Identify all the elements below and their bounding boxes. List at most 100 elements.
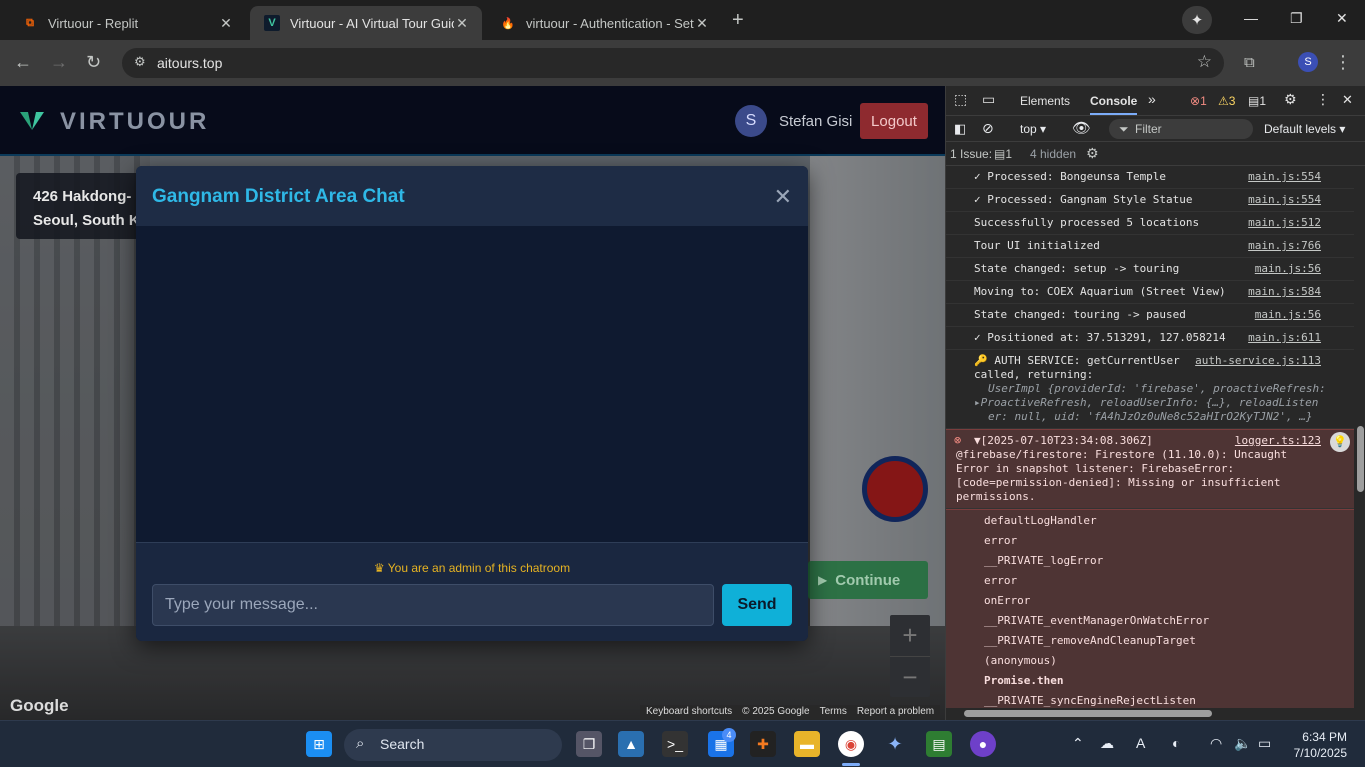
settings-gear-icon[interactable]: ⚙ <box>1284 91 1297 108</box>
task-view-icon[interactable]: ❐ <box>576 731 602 757</box>
user-object-preview[interactable]: ▸ProactiveRefresh, reloadUserInfo: {…}, … <box>974 396 1324 410</box>
continue-button[interactable]: ▶ Continue <box>808 561 928 599</box>
copilot-icon[interactable]: ✦ <box>882 731 908 757</box>
close-icon[interactable]: ✕ <box>218 15 234 32</box>
cloud-sync-icon[interactable]: ☁ <box>1100 735 1114 752</box>
stack-frame[interactable]: defaultLogHandler <box>984 514 1354 534</box>
zoom-in-button[interactable]: + <box>890 615 930 656</box>
tab-replit[interactable]: ⧉ Virtuour - Replit ✕ <box>8 6 246 40</box>
log-source-link[interactable]: logger.ts:123 <box>1235 434 1321 448</box>
clear-console-icon[interactable]: ⊘ <box>982 120 994 137</box>
kebab-menu-icon[interactable]: ⋮ <box>1316 91 1330 108</box>
log-source-link[interactable]: main.js:611 <box>1248 331 1321 345</box>
log-source-link[interactable]: main.js:584 <box>1248 285 1321 299</box>
info-count-icon[interactable]: ▤1 <box>1248 94 1266 108</box>
zoom-out-button[interactable]: − <box>890 656 930 697</box>
scrollbar-thumb[interactable] <box>1357 426 1364 492</box>
font-icon[interactable]: A <box>1136 735 1145 751</box>
bookmark-star-icon[interactable]: ☆ <box>1197 52 1212 72</box>
stack-frame[interactable]: onError <box>984 594 1354 614</box>
menu-icon[interactable]: ⋮ <box>1334 52 1352 73</box>
windows-start-icon[interactable]: ⊞ <box>306 731 332 757</box>
cast-icon[interactable]: ⧉ <box>1244 54 1255 71</box>
user-avatar[interactable]: S <box>735 105 767 137</box>
log-source-link[interactable]: main.js:554 <box>1248 170 1321 184</box>
issues-link[interactable]: ▤1 <box>994 147 1012 161</box>
forward-icon[interactable]: → <box>50 52 68 73</box>
close-icon[interactable]: ✕ <box>694 15 710 32</box>
close-devtools-icon[interactable]: ✕ <box>1342 92 1353 108</box>
ai-insight-lightbulb-icon[interactable]: 💡 <box>1330 432 1350 452</box>
stack-frame[interactable]: Promise.then <box>984 674 1354 694</box>
github-icon[interactable]: ● <box>970 731 996 757</box>
site-info-icon[interactable]: ⚙ <box>134 54 146 70</box>
log-source-link[interactable]: main.js:56 <box>1255 262 1321 276</box>
taskbar-search[interactable]: ⌕ Search <box>344 729 562 761</box>
minimize-icon[interactable]: — <box>1244 10 1258 26</box>
log-source-link[interactable]: auth-service.js:113 <box>1195 354 1321 368</box>
address-bar[interactable]: ⚙ aitours.top ☆ <box>122 48 1224 78</box>
close-icon[interactable]: ✕ <box>454 15 470 32</box>
spreadsheet-icon[interactable]: ▤ <box>926 731 952 757</box>
tab-console[interactable]: Console <box>1090 94 1138 115</box>
logout-button[interactable]: Logout <box>860 103 928 139</box>
search-label: Search <box>380 736 425 752</box>
stack-frame[interactable]: __PRIVATE_logError <box>984 554 1354 574</box>
keyboard-shortcuts-link[interactable]: Keyboard shortcuts <box>646 706 732 719</box>
log-source-link[interactable]: main.js:512 <box>1248 216 1321 230</box>
console-settings-gear-icon[interactable]: ⚙ <box>1086 145 1099 162</box>
wifi-icon[interactable]: ◠ <box>1210 735 1222 752</box>
console-vertical-scrollbar[interactable] <box>1354 166 1365 708</box>
stack-frame[interactable]: error <box>984 534 1354 554</box>
terms-link[interactable]: Terms <box>820 706 847 719</box>
stack-frame[interactable]: (anonymous) <box>984 654 1354 674</box>
filter-input[interactable]: ⏷ Filter <box>1109 119 1253 139</box>
console-horizontal-scrollbar[interactable] <box>946 708 1365 720</box>
tray-overflow-chevron-icon[interactable]: ⌃ <box>1072 735 1084 752</box>
sidebar-toggle-icon[interactable]: ◧ <box>954 121 966 137</box>
device-toolbar-icon[interactable]: ▭ <box>982 91 995 108</box>
window-close-icon[interactable]: ✕ <box>1336 10 1348 27</box>
stack-frame[interactable]: __PRIVATE_removeAndCleanupTarget <box>984 634 1354 654</box>
close-icon[interactable]: ✕ <box>774 184 792 210</box>
report-problem-link[interactable]: Report a problem <box>857 706 934 719</box>
reload-icon[interactable]: ↻ <box>86 52 101 73</box>
gemini-icon[interactable]: ✦ <box>1182 6 1212 34</box>
status-icon[interactable]: ◐ <box>1172 735 1180 751</box>
stack-frame[interactable]: __PRIVATE_eventManagerOnWatchError <box>984 614 1354 634</box>
file-explorer-icon[interactable]: ▬ <box>794 731 820 757</box>
new-tab-button[interactable]: + <box>732 9 744 32</box>
battery-icon[interactable]: ▭ <box>1258 735 1271 752</box>
chrome-icon[interactable]: ◉ <box>838 731 864 757</box>
log-source-link[interactable]: main.js:766 <box>1248 239 1321 253</box>
context-selector[interactable]: top ▾ <box>1020 122 1046 136</box>
widgets-icon[interactable]: ▲ <box>618 731 644 757</box>
send-button[interactable]: Send <box>722 584 792 626</box>
system-clock[interactable]: 6:34 PM 7/10/2025 <box>1294 729 1347 761</box>
log-levels-dropdown[interactable]: Default levels ▾ <box>1264 122 1345 136</box>
back-icon[interactable]: ← <box>14 52 32 73</box>
live-expression-eye-icon[interactable]: 👁 <box>1072 119 1091 137</box>
app-icon[interactable]: ✚ <box>750 731 776 757</box>
inspect-icon[interactable]: ⬚ <box>954 91 967 108</box>
volume-icon[interactable]: 🔈 <box>1234 735 1251 752</box>
scrollbar-thumb[interactable] <box>964 710 1212 717</box>
error-count-icon[interactable]: ⊗1 <box>1190 94 1207 108</box>
maximize-icon[interactable]: ❐ <box>1290 10 1303 27</box>
hidden-count: 4 hidden <box>1030 147 1077 161</box>
log-source-link[interactable]: main.js:554 <box>1248 193 1321 207</box>
terminal-icon[interactable]: >_ <box>662 731 688 757</box>
tab-virtuour[interactable]: V Virtuour - AI Virtual Tour Guide ✕ <box>250 6 482 40</box>
chat-messages-area[interactable] <box>136 226 808 542</box>
tab-elements[interactable]: Elements <box>1020 94 1070 108</box>
warning-count-icon[interactable]: ⚠3 <box>1218 94 1235 108</box>
stack-frame[interactable]: __PRIVATE_syncEngineRejectListen <box>984 694 1354 708</box>
message-input[interactable] <box>152 584 714 626</box>
log-source-link[interactable]: main.js:56 <box>1255 308 1321 322</box>
stack-frame[interactable]: error <box>984 574 1354 594</box>
user-object-preview[interactable]: UserImpl {providerId: 'firebase', proact… <box>974 382 1324 396</box>
profile-avatar[interactable]: S <box>1298 52 1318 72</box>
more-tabs-icon[interactable]: » <box>1148 91 1156 107</box>
tab-firebase[interactable]: 🔥 virtuour - Authentication - Setti ✕ <box>486 6 722 40</box>
console-output[interactable]: ✓ Processed: Bongeunsa Temple main.js:554… <box>946 166 1354 708</box>
